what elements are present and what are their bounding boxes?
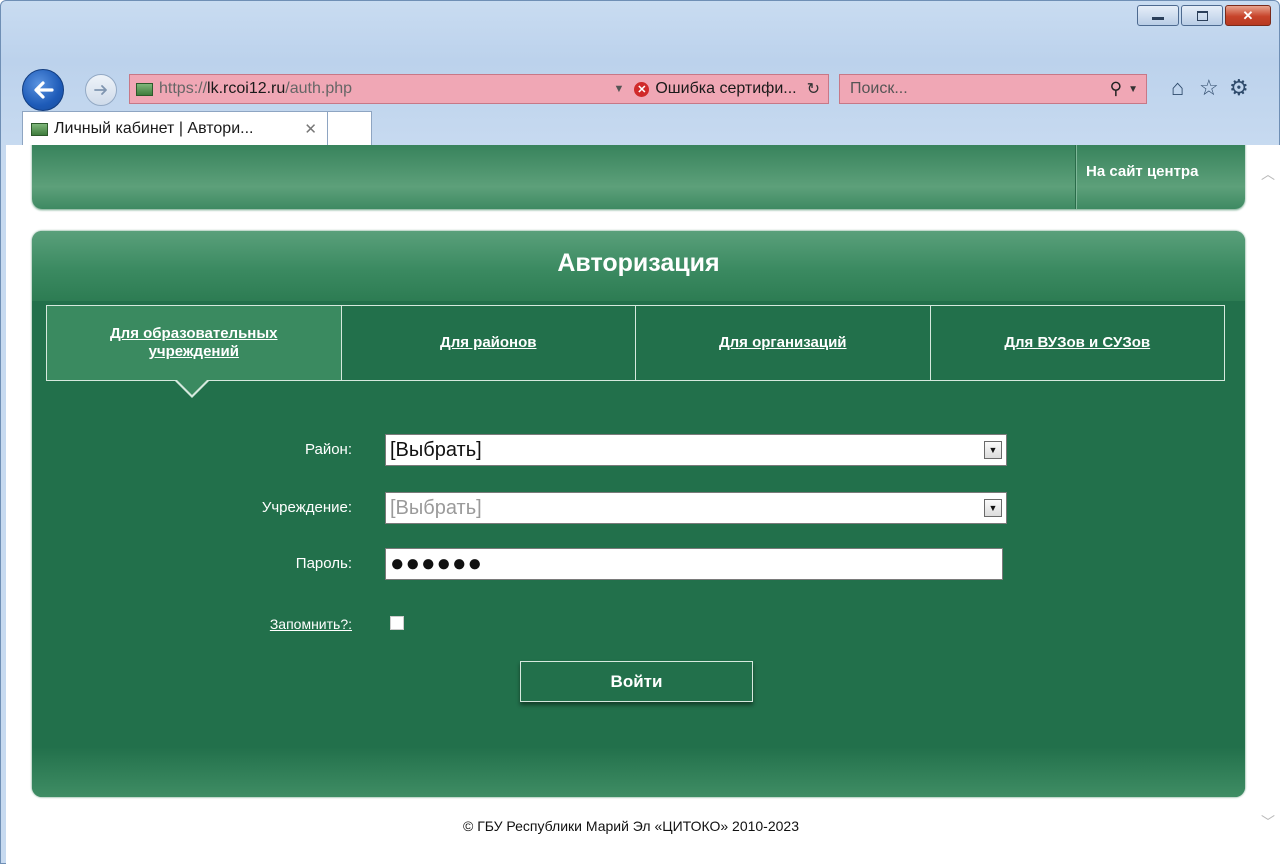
institution-select-value: [Выбрать] [390,496,482,519]
scroll-up-icon[interactable]: ︿ [1259,165,1277,183]
certificate-error-text[interactable]: Ошибка сертифи... [655,80,796,98]
tab-districts[interactable]: Для районов [341,306,636,380]
tab-educational-institutions[interactable]: Для образовательных учреждений [47,306,342,380]
certificate-error-icon[interactable]: ✕ [634,81,650,97]
remember-label[interactable]: Запомнить?: [270,616,352,632]
top-navigation-bar: На сайт центра [32,145,1245,209]
address-bar[interactable]: https://lk.rcoi12.ru/auth.php ▼ ✕ Ошибка… [129,74,829,104]
search-icon[interactable]: ⚲ [1110,79,1122,99]
panel-header: Авторизация [32,231,1245,301]
forward-button[interactable] [85,74,117,106]
auth-panel: Авторизация Для образовательных учреждени… [32,231,1245,797]
tab-organizations[interactable]: Для организаций [636,306,931,380]
maximize-icon [1196,10,1208,21]
window-controls: ✕ [1137,5,1271,26]
tab-close-icon[interactable]: ✕ [304,120,317,138]
district-select-value: [Выбрать] [390,438,482,461]
panel-footer [32,747,1245,797]
back-icon [34,81,54,99]
page-title: Авторизация [557,249,720,277]
chevron-down-icon[interactable]: ▼ [984,441,1002,459]
search-dropdown-icon[interactable]: ▼ [1128,84,1138,95]
active-tab-pointer [174,379,210,398]
address-url: https://lk.rcoi12.ru/auth.php [159,80,353,97]
star-icon[interactable]: ☆ [1199,75,1219,101]
password-label: Пароль: [295,555,352,572]
minimize-icon [1152,17,1164,20]
chevron-down-icon[interactable]: ▼ [984,499,1002,517]
maximize-button[interactable] [1181,5,1223,26]
tab-favicon [31,122,48,136]
tab-strip: Личный кабинет | Автори... ✕ [1,111,1279,146]
gear-icon[interactable]: ⚙ [1229,75,1249,101]
remember-checkbox[interactable] [390,616,404,630]
district-label: Район: [304,441,352,458]
forward-icon [94,85,107,95]
refresh-icon[interactable]: ↻ [807,79,820,99]
close-button[interactable]: ✕ [1225,5,1271,26]
site-link[interactable]: На сайт центра [1086,163,1198,180]
auth-type-tabs: Для образовательных учреждений Для районо… [46,305,1225,381]
password-field[interactable]: ●●●●●● [385,548,1003,580]
address-dropdown-icon[interactable]: ▼ [613,83,624,95]
district-select[interactable]: [Выбрать] ▼ [385,434,1007,466]
institution-label: Учреждение: [261,499,352,516]
scrollbar[interactable]: ︿ ﹀ [1256,145,1280,864]
search-bar[interactable]: Поиск... ⚲ ▼ [839,74,1147,104]
back-button[interactable] [22,69,64,111]
scroll-down-icon[interactable]: ﹀ [1259,813,1277,831]
close-icon: ✕ [1242,7,1254,23]
tab-title: Личный кабинет | Автори... [54,120,254,137]
top-nav-separator [1076,145,1077,209]
home-icon[interactable]: ⌂ [1171,75,1184,101]
institution-select[interactable]: [Выбрать] ▼ [385,492,1007,524]
tab-universities[interactable]: Для ВУЗов и СУЗов [930,306,1224,380]
site-favicon [136,82,153,96]
copyright: © ГБУ Республики Марий Эл «ЦИТОКО» 2010-… [462,818,799,834]
page-viewport: На сайт центра Авторизация Для образоват… [6,145,1256,864]
browser-tab[interactable]: Личный кабинет | Автори... ✕ [22,111,328,146]
login-button[interactable]: Войти [520,661,753,702]
minimize-button[interactable] [1137,5,1179,26]
new-tab-button[interactable] [328,111,372,146]
search-input[interactable]: Поиск... [850,80,1110,98]
